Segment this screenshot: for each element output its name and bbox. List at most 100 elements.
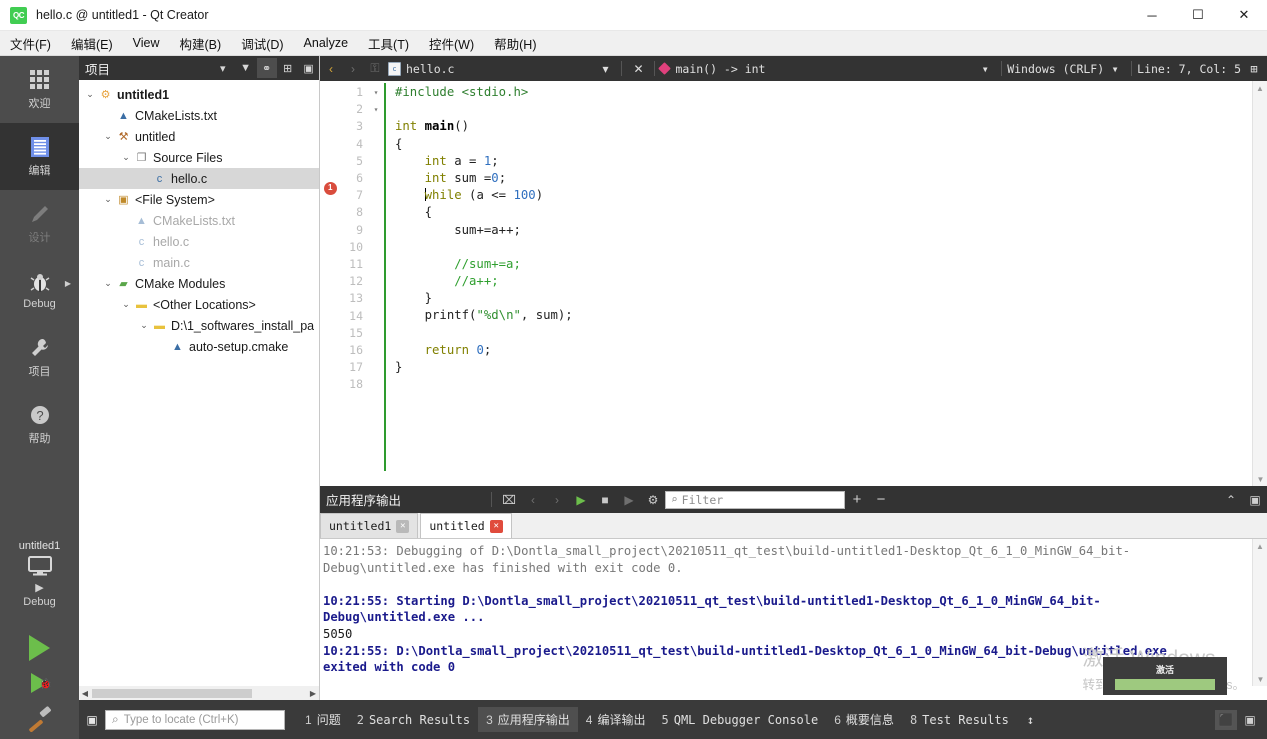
mode-帮助[interactable]: ? 帮助 [0,391,79,458]
zoom-in-icon[interactable]: + [845,486,869,513]
scroll-right-icon[interactable]: ▶ [307,686,319,700]
prev-item-icon[interactable]: ‹ [521,486,545,513]
tree-item-auto-setup-cmake[interactable]: ▲ auto-setup.cmake [79,336,319,357]
code-line[interactable] [395,325,1267,342]
close-output-pane-icon[interactable]: ▣ [1243,486,1267,513]
code-line[interactable] [395,239,1267,256]
scroll-up-icon[interactable]: ▲ [1253,81,1267,95]
mode-设计[interactable]: 设计 [0,190,79,257]
maximize-output-pane-icon[interactable]: ⌃ [1219,486,1243,513]
code-line[interactable] [395,376,1267,393]
menu-item-5[interactable]: Analyze [294,33,358,53]
zoom-out-icon[interactable]: − [869,486,893,513]
output-pane-tab-chooser-icon[interactable]: ↕ [1017,709,1042,731]
code-line[interactable]: sum+=a++; [395,222,1267,239]
code-line[interactable]: { [395,204,1267,221]
symbol-dropdown-icon[interactable]: ▾ [974,56,996,81]
mode-欢迎[interactable]: 欢迎 [0,56,79,123]
output-tab-untitled1[interactable]: untitled1 ✕ [320,513,419,538]
statusbar-tab-2[interactable]: 2 Search Results [349,709,478,731]
expand-chevron-icon[interactable]: ⌄ [119,152,133,163]
code-line[interactable]: //a++; [395,273,1267,290]
menu-item-4[interactable]: 调试(D) [231,31,293,56]
scroll-down-icon[interactable]: ▼ [1253,472,1267,486]
close-button[interactable]: ✕ [1221,0,1267,31]
minimize-button[interactable]: ─ [1129,0,1175,31]
close-editor-icon[interactable]: ✕ [627,56,649,81]
scroll-left-icon[interactable]: ◀ [79,686,91,700]
stop-icon[interactable]: ■ [593,486,617,513]
next-item-icon[interactable]: › [545,486,569,513]
sidebar-right-toggle-icon[interactable]: ▣ [1239,710,1261,730]
menu-item-3[interactable]: 构建(B) [170,31,232,56]
project-tree-horizontal-scrollbar[interactable]: ◀ ▶ [79,686,319,700]
code-line[interactable]: while (a <= 100) [395,187,1267,204]
fold-marker-gutter[interactable]: ▾ ▾ [368,81,384,486]
code-line[interactable]: printf("%d\n", sum); [395,307,1267,324]
statusbar-tab-3[interactable]: 3 应用程序输出 [478,707,578,732]
menu-item-1[interactable]: 编辑(E) [61,31,123,56]
run-button[interactable] [0,630,79,666]
tree-item-hello-c[interactable]: c hello.c [79,231,319,252]
close-tab-icon[interactable]: ✕ [396,519,410,533]
statusbar-tab-5[interactable]: 5 QML Debugger Console [654,709,827,731]
output-tab-untitled[interactable]: untitled ✕ [420,513,512,538]
run-icon[interactable]: ▶ [569,486,593,513]
menu-item-7[interactable]: 控件(W) [419,31,484,56]
menu-item-2[interactable]: View [123,33,170,53]
fold-marker[interactable]: ▾ [368,101,384,118]
output-filter-input[interactable]: ⌕ Filter [665,490,846,509]
toggle-left-sidebar-icon[interactable]: ▣ [79,700,105,739]
symbol-selector[interactable]: main() -> int [658,62,765,76]
tree-item-cmakelists-txt[interactable]: ▲ CMakeLists.txt [79,105,319,126]
tree-item-hello-c[interactable]: c hello.c [79,168,319,189]
lock-icon[interactable]: ⚿ [364,56,386,81]
expand-chevron-icon[interactable]: ⌄ [101,131,115,142]
statusbar-tab-8[interactable]: 8 Test Results [902,709,1017,731]
start-debugging-button[interactable]: 🐞 [0,666,79,702]
tree-item-cmake-modules[interactable]: ⌄ ▰ CMake Modules [79,273,319,294]
statusbar-tab-1[interactable]: 1 问题 [297,707,349,732]
locator-input[interactable]: ⌕ Type to locate (Ctrl+K) [105,709,285,730]
link-with-editor-icon[interactable]: ⚭ [256,58,277,78]
code-line[interactable]: } [395,359,1267,376]
breakpoint-marker[interactable]: 1 [324,182,337,195]
filter-icon[interactable]: ▼ [236,58,256,78]
fold-marker[interactable]: ▾ [368,84,384,101]
tree-item--file-system-[interactable]: ⌄ ▣ <File System> [79,189,319,210]
output-pane-toggle-icon[interactable]: ⬛ [1215,709,1237,730]
code-area[interactable]: 1 1 2 3 4 5 6 7 8 9 10 11 12 13 14 15 16 17 18 ▾ ▾ #includ… [320,81,1267,486]
maximize-button[interactable]: ☐ [1175,0,1221,31]
statusbar-tab-4[interactable]: 4 编译输出 [578,707,654,732]
editor-vertical-scrollbar[interactable]: ▲ ▼ [1252,81,1267,486]
navigate-forward-icon[interactable]: › [342,56,364,81]
settings-gear-icon[interactable]: ⚙ [641,486,665,513]
navigate-back-icon[interactable]: ‹ [320,56,342,81]
menu-item-0[interactable]: 文件(F) [0,31,61,56]
kit-selector-button[interactable]: ▶ Debug [0,556,79,608]
mode-Debug[interactable]: Debug ▶ [0,257,79,324]
code-line[interactable] [395,101,1267,118]
code-line[interactable]: } [395,290,1267,307]
code-line[interactable]: int main() [395,118,1267,135]
open-file-selector[interactable]: c hello.c [388,61,454,76]
mode-编辑[interactable]: 编辑 [0,123,79,190]
menu-item-8[interactable]: 帮助(H) [484,31,546,56]
expand-chevron-icon[interactable]: ⌄ [83,89,97,100]
tree-item-untitled1[interactable]: ⌄ ⚙ untitled1 [79,84,319,105]
code-line[interactable]: //sum+=a; [395,256,1267,273]
tree-item-source-files[interactable]: ⌄ ❐ Source Files [79,147,319,168]
code-line[interactable]: int sum =0; [395,170,1267,187]
code-line[interactable]: return 0; [395,342,1267,359]
project-selector-dropdown-icon[interactable]: ▾ [220,58,226,78]
code-line[interactable]: #include <stdio.h> [395,84,1267,101]
expand-all-icon[interactable]: ⊞ [278,58,298,78]
code-text[interactable]: #include <stdio.h> int main() { int a = 1… [386,81,1267,486]
tree-item--other-locations-[interactable]: ⌄ ▬ <Other Locations> [79,294,319,315]
tree-item-d-1-softwares-install-pa[interactable]: ⌄ ▬ D:\1_softwares_install_pa [79,315,319,336]
mode-项目[interactable]: 项目 [0,324,79,391]
code-line[interactable]: int a = 1; [395,153,1267,170]
close-tab-icon[interactable]: ✕ [489,519,503,533]
statusbar-tab-6[interactable]: 6 概要信息 [826,707,902,732]
attach-icon[interactable]: ▶ [617,486,641,513]
